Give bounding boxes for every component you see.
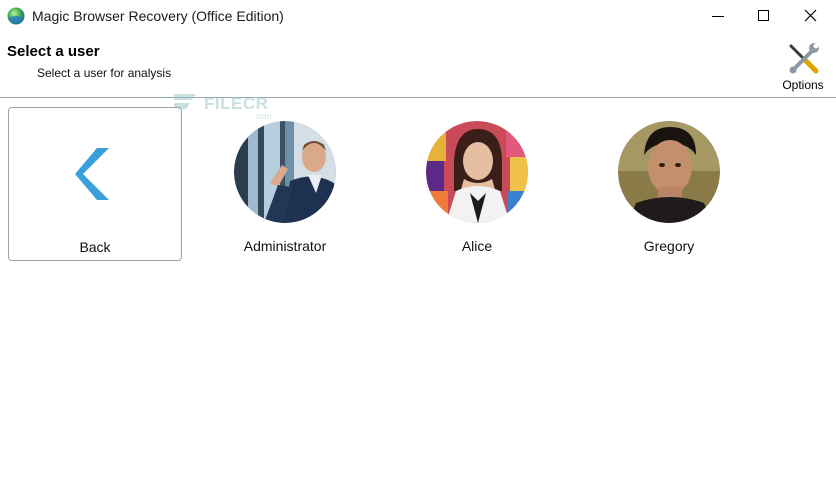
back-label: Back: [79, 239, 111, 255]
title-bar: Magic Browser Recovery (Office Edition): [0, 0, 836, 32]
tools-icon: [789, 43, 819, 74]
maximize-icon: [758, 10, 769, 21]
administrator-label: Administrator: [243, 238, 327, 254]
gregory-avatar: [618, 121, 720, 223]
user-tile-administrator[interactable]: Administrator: [199, 107, 371, 259]
alice-label: Alice: [461, 238, 493, 254]
alice-avatar: [426, 121, 528, 223]
administrator-avatar: [234, 121, 336, 223]
maximize-button[interactable]: [742, 0, 788, 32]
minimize-icon: [712, 16, 724, 17]
close-icon: [804, 9, 817, 22]
wizard-header: Select a user Select a user for analysis…: [0, 32, 836, 97]
user-tile-gregory[interactable]: Gregory: [583, 107, 755, 259]
options-button[interactable]: Options: [776, 38, 830, 94]
close-button[interactable]: [788, 0, 834, 32]
options-label: Options: [782, 78, 824, 92]
window-title: Magic Browser Recovery (Office Edition): [32, 8, 284, 24]
gregory-label: Gregory: [643, 238, 695, 254]
header-divider: [0, 97, 836, 98]
page-subtitle: Select a user for analysis: [37, 66, 172, 80]
back-arrow-icon: [75, 148, 109, 200]
page-title: Select a user: [7, 43, 100, 60]
back-tile[interactable]: Back: [8, 107, 182, 261]
minimize-button[interactable]: [696, 0, 742, 32]
user-tile-alice[interactable]: Alice: [391, 107, 563, 259]
app-logo-icon: [7, 7, 25, 25]
